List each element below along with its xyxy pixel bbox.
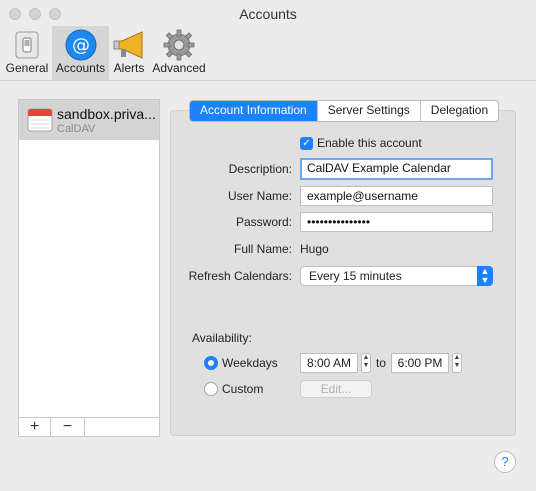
enable-account-label: Enable this account (317, 136, 422, 150)
help-button[interactable]: ? (494, 451, 516, 473)
toolbar-general-label: General (5, 61, 49, 75)
enable-account-checkbox[interactable]: ✓ (300, 137, 313, 150)
password-field[interactable]: ••••••••••••••• (300, 212, 493, 232)
custom-radio[interactable] (204, 382, 218, 396)
toolbar-accounts-label: Accounts (55, 61, 106, 75)
account-row[interactable]: sandbox.priva... CalDAV (19, 100, 159, 140)
tab-bar: Account Information Server Settings Dele… (189, 100, 500, 122)
description-label: Description: (228, 162, 292, 176)
tab-server-settings[interactable]: Server Settings (318, 101, 421, 121)
to-label: to (376, 356, 387, 370)
fullname-value: Hugo (300, 242, 329, 256)
window-title: Accounts (239, 6, 297, 22)
add-account-button[interactable]: + (19, 418, 51, 437)
toolbar-accounts[interactable]: @ Accounts (52, 26, 109, 80)
sidebar-button-bar: + − (19, 417, 159, 437)
title-bar: Accounts (0, 0, 536, 28)
password-label: Password: (235, 215, 292, 229)
toolbar-advanced[interactable]: Advanced (150, 26, 208, 80)
refresh-calendars-value: Every 15 minutes (309, 269, 402, 283)
account-name: sandbox.priva... (57, 106, 156, 122)
description-field[interactable]: CalDAV Example Calendar (300, 158, 493, 180)
svg-text:@: @ (72, 35, 90, 56)
account-type: CalDAV (57, 123, 96, 135)
availability-label: Availability: (192, 331, 252, 345)
switch-icon (15, 31, 39, 59)
toolbar-advanced-label: Advanced (152, 61, 206, 75)
from-time-field[interactable]: 8:00 AM (300, 353, 358, 373)
accounts-list: sandbox.priva... CalDAV + − (18, 99, 160, 437)
weekdays-label: Weekdays (222, 356, 278, 370)
fullname-label: Full Name: (233, 242, 292, 256)
to-time-field[interactable]: 6:00 PM (391, 353, 449, 373)
tab-account-information[interactable]: Account Information (190, 101, 318, 121)
refresh-calendars-popup[interactable]: Every 15 minutes ▲ ▼ (300, 266, 493, 286)
calendar-icon (27, 108, 53, 132)
edit-availability-button[interactable]: Edit... (300, 380, 372, 398)
username-field[interactable]: example@username (300, 186, 493, 206)
remove-account-button[interactable]: − (51, 418, 85, 437)
custom-label: Custom (222, 382, 264, 396)
toolbar-divider (0, 80, 536, 81)
username-label: User Name: (227, 189, 292, 203)
gear-icon (163, 29, 195, 61)
toolbar-alerts-label: Alerts (113, 61, 145, 75)
to-time-stepper[interactable]: ▲ ▼ (452, 353, 462, 373)
weekdays-radio[interactable] (204, 356, 218, 370)
at-sign-icon: @ (65, 29, 96, 61)
toolbar-general[interactable]: General (4, 26, 50, 80)
megaphone-icon (113, 31, 143, 59)
toolbar-alerts[interactable]: Alerts (110, 26, 148, 80)
refresh-calendars-label: Refresh Calendars: (188, 269, 292, 283)
tab-delegation[interactable]: Delegation (421, 101, 498, 121)
from-time-stepper[interactable]: ▲ ▼ (361, 353, 371, 373)
chevron-updown-icon: ▲ ▼ (477, 266, 493, 286)
